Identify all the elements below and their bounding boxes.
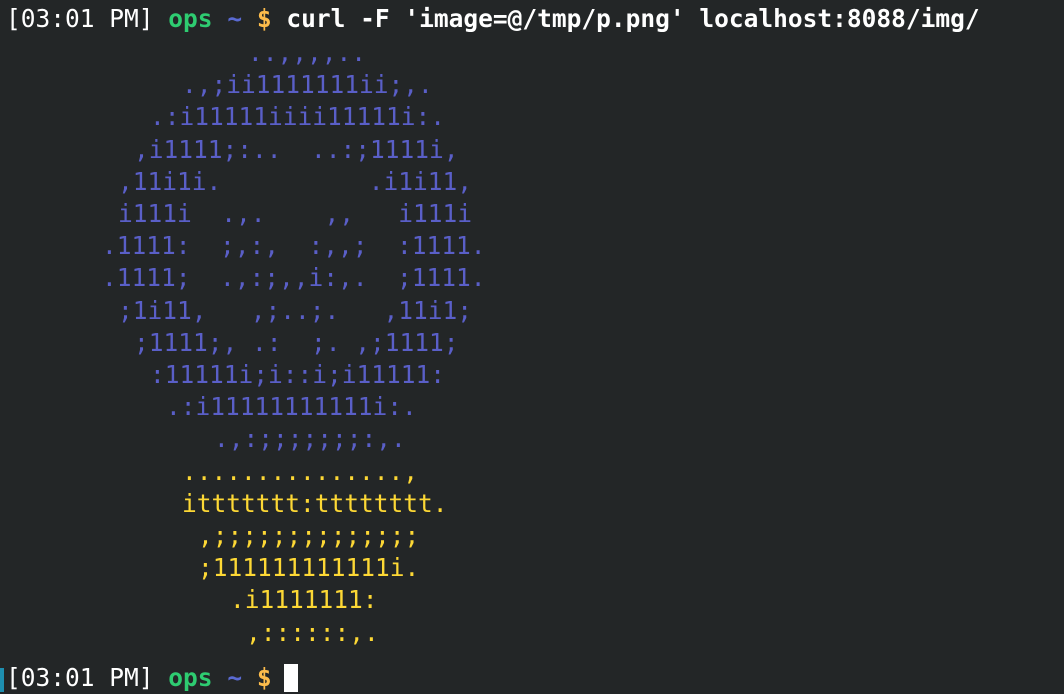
scroll-marker xyxy=(0,668,4,692)
ascii-art-row: ,;;;;;;;;;;;;;; xyxy=(198,521,420,550)
terminal-window[interactable]: [03:01 PM] ops ~ $ curl -F 'image=@/tmp/… xyxy=(0,0,1064,692)
ascii-art-row: ittttttt:tttttttt. xyxy=(182,488,448,518)
ascii-art-row: .,:;;;;;;;:,. xyxy=(214,424,406,454)
command-line-1: [03:01 PM] ops ~ $ curl -F 'image=@/tmp/… xyxy=(6,2,980,35)
ascii-art-row: ,i1111;:.. ..:;1111i, xyxy=(134,134,459,164)
ascii-art-row: .:i11111111111i:. xyxy=(166,392,417,422)
prompt-path: ~ xyxy=(227,663,243,692)
ascii-art-row: :11111i;i::i;i11111: xyxy=(150,360,446,389)
ascii-art-row: .1111: ;,:, :,,; :1111. xyxy=(102,231,486,261)
prompt-symbol: $ xyxy=(256,663,272,692)
text-cursor xyxy=(283,664,298,692)
command-line-2[interactable]: [03:01 PM] ops ~ $ xyxy=(6,661,298,694)
ascii-art-row: ..............., xyxy=(182,456,419,486)
ascii-art-row: ;1111;, .: ;. ,;1111; xyxy=(134,327,459,357)
prompt-symbol: $ xyxy=(256,4,272,33)
ascii-art-row: .:i11111iiii11111i:. xyxy=(150,102,446,132)
ascii-art-row: ,::::::,. xyxy=(246,617,379,647)
prompt-user: ops xyxy=(168,663,213,692)
ascii-art-row: .1111; .,:;,,i:,. ;1111. xyxy=(102,263,486,293)
ascii-art-row: .,;ii1111111ii;,. xyxy=(182,70,433,100)
ascii-art-row: ,11i1i. .i1i11, xyxy=(118,166,473,196)
prompt-path: ~ xyxy=(227,4,243,33)
ascii-art-row: .i1111111: xyxy=(230,585,378,615)
command-text: curl -F 'image=@/tmp/p.png' localhost:80… xyxy=(286,4,980,33)
ascii-art-row: i111i .,. ,, i111i xyxy=(118,199,473,228)
ascii-art-row: ;1i11, ,;..;. ,11i1; xyxy=(118,295,473,325)
ascii-art-row: ..,,,,.. xyxy=(248,38,367,67)
timestamp: [03:01 PM] xyxy=(6,663,154,692)
ascii-art-row: ;111111111111i. xyxy=(198,553,420,583)
timestamp: [03:01 PM] xyxy=(6,4,154,33)
prompt-user: ops xyxy=(168,4,213,33)
